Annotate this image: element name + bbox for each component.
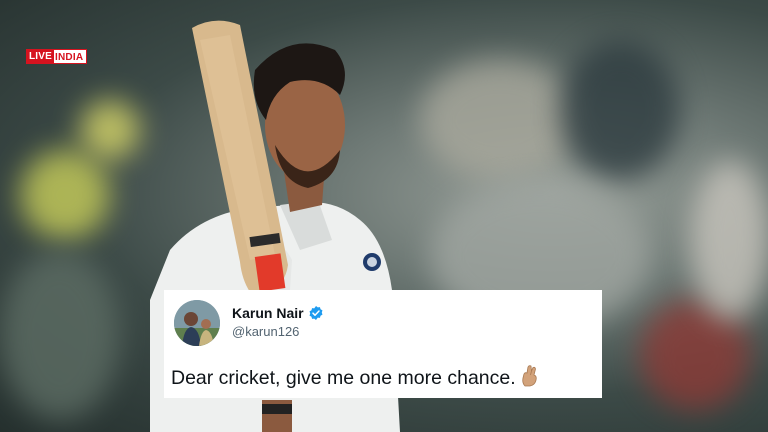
- logo-live-text: LIVE: [26, 49, 55, 64]
- tweet-author[interactable]: Karun Nair: [232, 305, 324, 321]
- author-name[interactable]: Karun Nair: [232, 305, 304, 321]
- author-handle[interactable]: @karun126: [232, 324, 299, 339]
- logo-india-text: INDIA: [54, 49, 88, 64]
- crossed-fingers-icon: [522, 365, 537, 387]
- tweet-card[interactable]: Karun Nair @karun126 Dear cricket, give …: [164, 290, 602, 398]
- tweet-text-content: Dear cricket, give me one more chance.: [171, 367, 516, 389]
- avatar-image: [174, 300, 220, 346]
- tweet-text: Dear cricket, give me one more chance.: [171, 365, 540, 390]
- verified-badge-icon: [309, 306, 323, 320]
- liveindia-logo: LIVE INDIA: [26, 49, 88, 64]
- avatar[interactable]: [174, 300, 220, 346]
